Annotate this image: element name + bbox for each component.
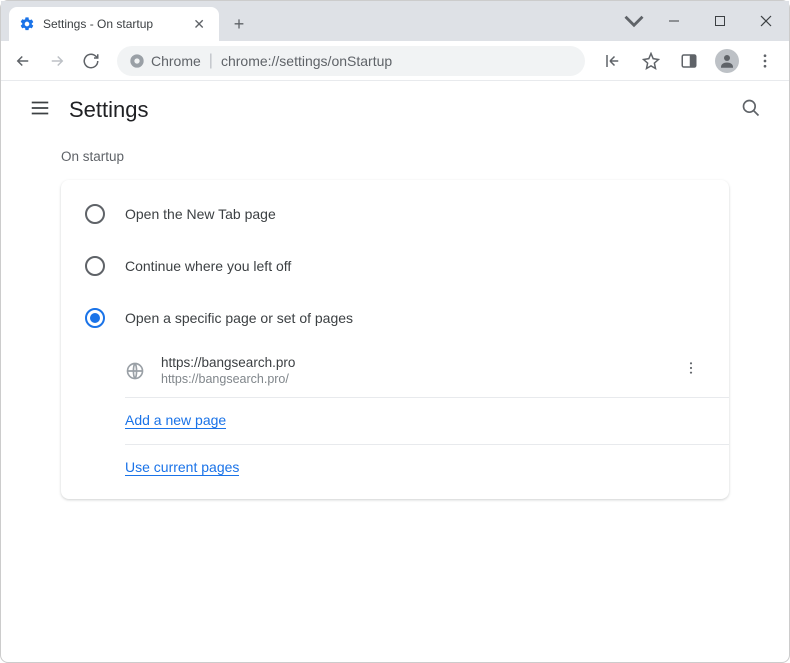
add-page-row[interactable]: Add a new page: [61, 398, 729, 444]
settings-gear-icon: [19, 16, 35, 32]
use-current-link[interactable]: Use current pages: [125, 459, 239, 476]
forward-button[interactable]: [43, 47, 71, 75]
minimize-button[interactable]: [651, 1, 697, 41]
close-tab-icon[interactable]: ✕: [189, 16, 209, 33]
settings-content: On startup Open the New Tab page Continu…: [1, 139, 789, 509]
tab-title: Settings - On startup: [43, 17, 189, 31]
chrome-site-chip: Chrome: [129, 53, 201, 69]
settings-header: Settings: [1, 81, 789, 139]
bookmark-star-icon[interactable]: [635, 45, 667, 77]
add-page-link[interactable]: Add a new page: [125, 412, 226, 429]
address-bar[interactable]: Chrome | chrome://settings/onStartup: [117, 46, 585, 76]
url-text: chrome://settings/onStartup: [221, 53, 392, 69]
maximize-button[interactable]: [697, 1, 743, 41]
side-panel-icon[interactable]: [673, 45, 705, 77]
page-name: https://bangsearch.pro: [161, 355, 677, 370]
browser-tab[interactable]: Settings - On startup ✕: [9, 7, 219, 41]
radio-open-new-tab[interactable]: Open the New Tab page: [61, 188, 729, 240]
reload-button[interactable]: [77, 47, 105, 75]
startup-page-row: https://bangsearch.pro https://bangsearc…: [61, 344, 729, 397]
titlebar: Settings - On startup ✕ +: [1, 1, 789, 41]
kebab-menu-icon[interactable]: [749, 45, 781, 77]
hamburger-menu-icon[interactable]: [21, 89, 59, 132]
startup-card: Open the New Tab page Continue where you…: [61, 180, 729, 499]
radio-icon: [85, 204, 105, 224]
radio-icon: [85, 256, 105, 276]
page-text: https://bangsearch.pro https://bangsearc…: [161, 355, 677, 386]
share-icon[interactable]: [597, 45, 629, 77]
radio-icon-selected: [85, 308, 105, 328]
page-url: https://bangsearch.pro/: [161, 372, 677, 386]
search-icon[interactable]: [733, 90, 769, 131]
radio-label: Open the New Tab page: [125, 206, 276, 222]
chevron-down-icon[interactable]: [617, 1, 651, 41]
page-title: Settings: [69, 97, 149, 123]
back-button[interactable]: [9, 47, 37, 75]
radio-continue[interactable]: Continue where you left off: [61, 240, 729, 292]
section-title: On startup: [61, 149, 729, 164]
page-more-icon[interactable]: [677, 354, 705, 387]
radio-label: Continue where you left off: [125, 258, 291, 274]
browser-toolbar: Chrome | chrome://settings/onStartup: [1, 41, 789, 81]
chrome-label: Chrome: [151, 53, 201, 69]
close-window-button[interactable]: [743, 1, 789, 41]
omnibox-divider: |: [209, 52, 213, 70]
globe-icon: [125, 361, 145, 381]
window-controls: [617, 1, 789, 41]
profile-avatar[interactable]: [711, 45, 743, 77]
use-current-row[interactable]: Use current pages: [61, 445, 729, 491]
radio-label: Open a specific page or set of pages: [125, 310, 353, 326]
radio-specific-pages[interactable]: Open a specific page or set of pages: [61, 292, 729, 344]
new-tab-button[interactable]: +: [225, 10, 253, 38]
